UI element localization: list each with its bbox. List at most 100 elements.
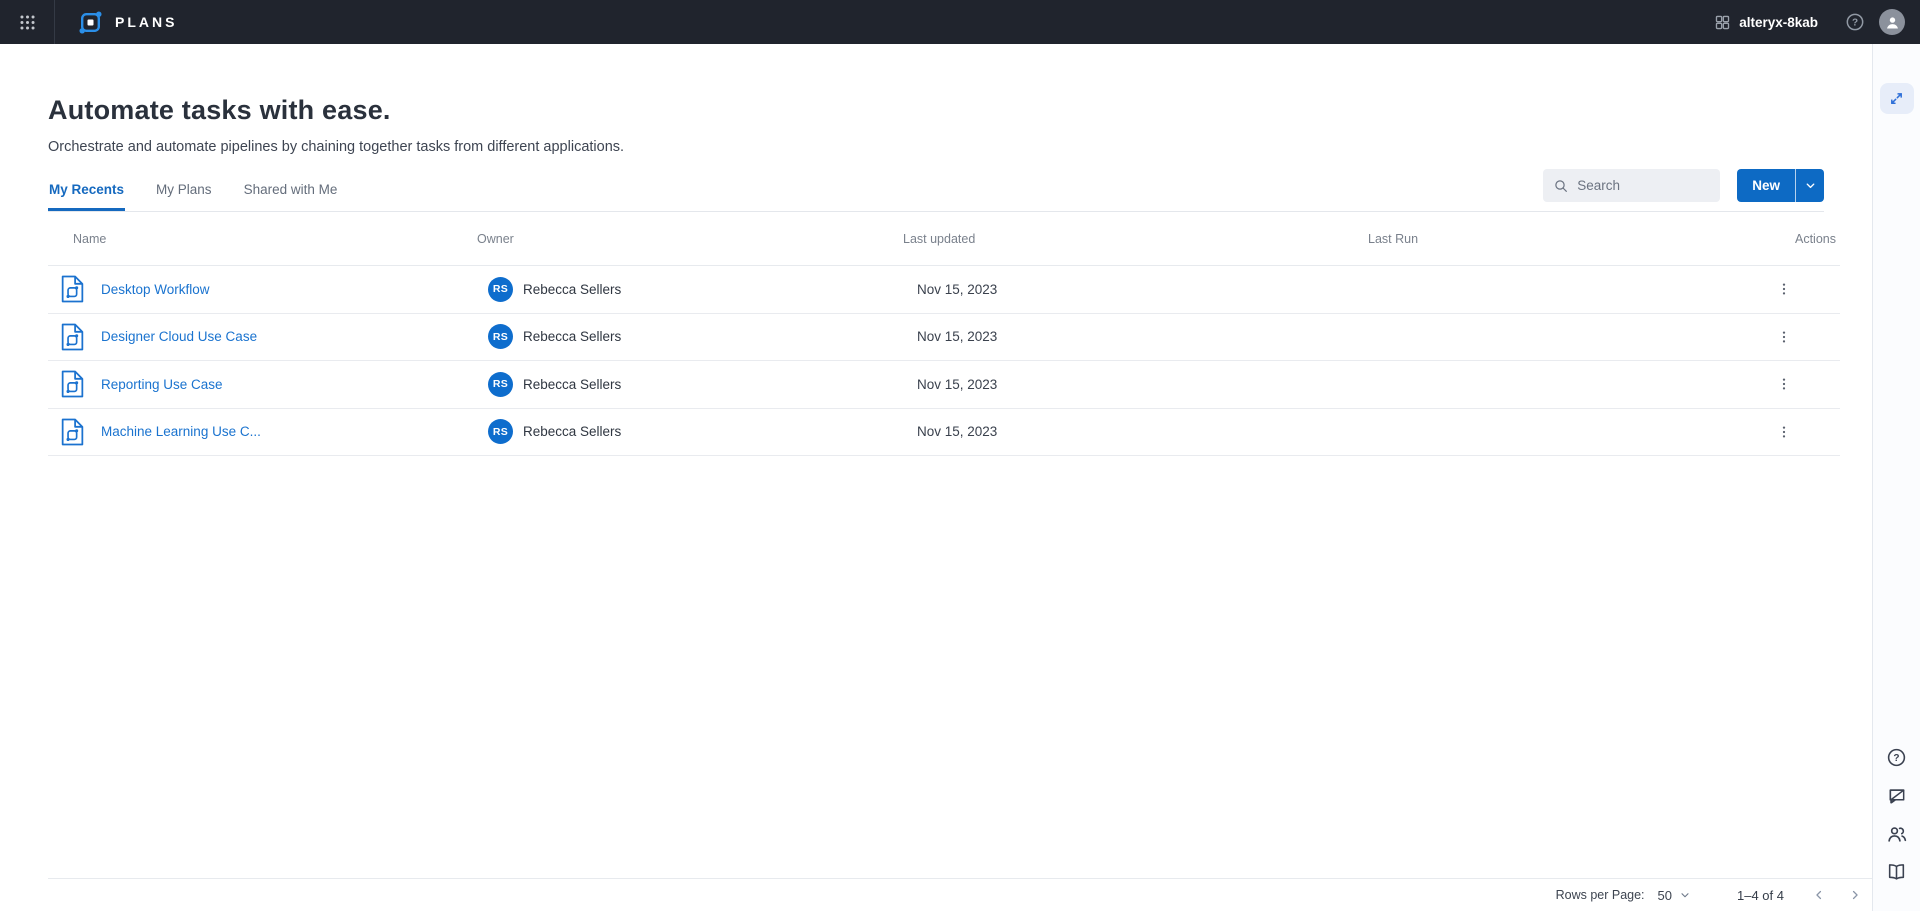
grid-3x3-icon [18, 13, 37, 32]
brand[interactable]: PLANS [77, 9, 177, 36]
table-row: Designer Cloud Use Case RS Rebecca Selle… [48, 314, 1840, 362]
svg-text:?: ? [1852, 18, 1858, 29]
actions-cell [1728, 370, 1840, 398]
navbar-right: alteryx-8kab ? [1714, 9, 1920, 35]
tabs-and-toolbar-row: My Recents My Plans Shared with Me New [48, 169, 1824, 212]
row-actions-button[interactable] [1770, 370, 1798, 398]
name-cell: Designer Cloud Use Case [48, 323, 454, 351]
app-launcher-button[interactable] [0, 0, 54, 44]
rows-per-page-select[interactable]: 50 [1658, 888, 1691, 903]
tab-my-plans[interactable]: My Plans [155, 169, 213, 211]
name-cell: Machine Learning Use C... [48, 418, 454, 446]
previous-page-button[interactable] [1812, 888, 1826, 902]
plans-table: Name Owner Last updated Last Run Actions [48, 212, 1840, 456]
top-navbar: PLANS alteryx-8kab ? [0, 0, 1920, 44]
actions-cell [1728, 275, 1840, 303]
search-icon [1553, 178, 1569, 194]
open-book-icon [1886, 861, 1907, 882]
row-actions-button[interactable] [1770, 323, 1798, 351]
table-row: Desktop Workflow RS Rebecca Sellers Nov … [48, 266, 1840, 314]
svg-text:?: ? [1893, 753, 1899, 764]
owner-avatar: RS [488, 419, 513, 444]
question-circle-icon: ? [1886, 747, 1907, 768]
chevron-right-icon [1848, 888, 1862, 902]
search-input[interactable] [1577, 178, 1710, 193]
owner-avatar: RS [488, 372, 513, 397]
kebab-icon [1776, 424, 1792, 440]
plan-document-icon [61, 323, 84, 351]
account-menu-button[interactable] [1879, 9, 1905, 35]
plan-document-icon [61, 370, 84, 398]
name-cell: Reporting Use Case [48, 370, 454, 398]
column-header-owner: Owner [454, 232, 880, 246]
rows-per-page-value: 50 [1658, 888, 1672, 903]
utility-sidebar: ? [1872, 44, 1920, 911]
chevron-left-icon [1812, 888, 1826, 902]
product-name: PLANS [115, 14, 177, 30]
chevron-down-icon [1679, 889, 1691, 901]
pagination-range: 1–4 of 4 [1737, 888, 1784, 903]
plan-link[interactable]: Machine Learning Use C... [101, 424, 261, 439]
new-dropdown-toggle[interactable] [1795, 169, 1824, 202]
table-footer: Rows per Page: 50 1–4 of 4 [48, 878, 1872, 911]
owner-name: Rebecca Sellers [523, 329, 621, 344]
chevron-down-icon [1804, 179, 1817, 192]
kebab-icon [1776, 281, 1792, 297]
owner-cell: RS Rebecca Sellers [454, 372, 880, 397]
row-actions-button[interactable] [1770, 418, 1798, 446]
plan-link[interactable]: Designer Cloud Use Case [101, 329, 257, 344]
sidebar-bottom-icons: ? [1882, 744, 1912, 911]
community-button[interactable] [1882, 820, 1912, 847]
table-header-row: Name Owner Last updated Last Run Actions [48, 212, 1840, 266]
last-updated-cell: Nov 15, 2023 [880, 329, 1332, 344]
plan-link[interactable]: Reporting Use Case [101, 377, 223, 392]
expand-arrows-icon [1889, 91, 1904, 106]
name-cell: Desktop Workflow [48, 275, 454, 303]
table-row: Machine Learning Use C... RS Rebecca Sel… [48, 409, 1840, 457]
kebab-icon [1776, 329, 1792, 345]
row-actions-button[interactable] [1770, 275, 1798, 303]
column-header-last-run: Last Run [1332, 232, 1728, 246]
column-header-name: Name [48, 232, 454, 246]
owner-cell: RS Rebecca Sellers [454, 324, 880, 349]
page-subtitle: Orchestrate and automate pipelines by ch… [48, 139, 1824, 155]
last-updated-cell: Nov 15, 2023 [880, 377, 1332, 392]
new-button[interactable]: New [1737, 169, 1795, 202]
chat-bubble-icon [1887, 786, 1907, 806]
owner-name: Rebecca Sellers [523, 424, 621, 439]
main-content: Automate tasks with ease. Orchestrate an… [0, 44, 1872, 911]
column-header-actions: Actions [1728, 232, 1840, 246]
feedback-button[interactable] [1882, 782, 1912, 809]
column-header-last-updated: Last updated [880, 232, 1332, 246]
person-icon [1884, 14, 1901, 31]
plan-link[interactable]: Desktop Workflow [101, 282, 210, 297]
question-circle-icon: ? [1845, 12, 1865, 32]
actions-cell [1728, 418, 1840, 446]
app-window: PLANS alteryx-8kab ? [0, 0, 1920, 911]
last-updated-cell: Nov 15, 2023 [880, 282, 1332, 297]
table-row: Reporting Use Case RS Rebecca Sellers No… [48, 361, 1840, 409]
help-button[interactable]: ? [1844, 11, 1866, 33]
workspace-selector[interactable]: alteryx-8kab [1714, 14, 1818, 31]
people-icon [1886, 823, 1908, 845]
documentation-button[interactable] [1882, 858, 1912, 885]
owner-avatar: RS [488, 277, 513, 302]
tab-shared-with-me[interactable]: Shared with Me [243, 169, 339, 211]
expand-panel-button[interactable] [1880, 83, 1914, 114]
search-box [1543, 169, 1720, 202]
rows-per-page-label: Rows per Page: [1556, 888, 1645, 902]
actions-cell [1728, 323, 1840, 351]
owner-cell: RS Rebecca Sellers [454, 277, 880, 302]
last-updated-cell: Nov 15, 2023 [880, 424, 1332, 439]
plans-logo-icon [77, 9, 104, 36]
plan-document-icon [61, 418, 84, 446]
owner-cell: RS Rebecca Sellers [454, 419, 880, 444]
new-split-button: New [1737, 169, 1824, 202]
plan-document-icon [61, 275, 84, 303]
owner-name: Rebecca Sellers [523, 377, 621, 392]
support-button[interactable]: ? [1882, 744, 1912, 771]
navbar-divider [54, 0, 55, 44]
toolbar-actions: New [1543, 169, 1824, 211]
tab-my-recents[interactable]: My Recents [48, 169, 125, 211]
next-page-button[interactable] [1848, 888, 1862, 902]
